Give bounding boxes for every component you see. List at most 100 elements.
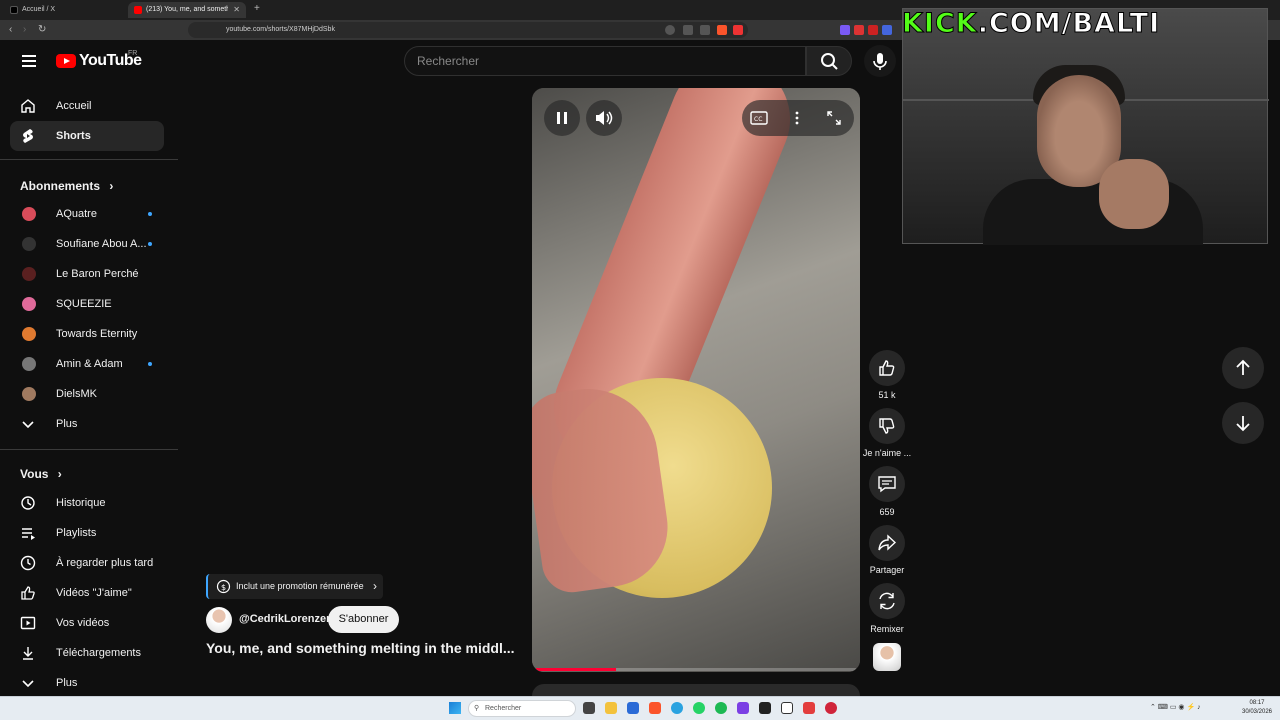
reload-icon[interactable]: ↻ [38,23,46,37]
tab-accueil-x[interactable]: Accueil / X [4,2,124,18]
paid-promotion-badge[interactable]: $ Inclut une promotion rémunérée › [206,574,383,599]
sidebar-item-label: Accueil [56,100,92,112]
rewards-icon[interactable] [733,25,743,35]
sidebar-item-playlists[interactable]: Playlists [10,518,164,548]
forward-icon[interactable]: › [23,23,26,37]
channel-avatar [22,297,36,311]
channel-avatar[interactable] [206,607,232,633]
extension-icon[interactable] [840,25,850,35]
closed-captions-icon[interactable]: CC [750,110,768,126]
next-short-button[interactable] [1222,402,1264,444]
zoom-icon[interactable] [665,25,675,35]
sidebar-item-channel[interactable]: DielsMK [10,379,164,409]
clock-icon [20,555,36,571]
sidebar-item-label: À regarder plus tard [56,557,154,569]
kick-url-text: .COM/BALTI [977,8,1161,40]
cast-icon[interactable] [683,25,693,35]
sidebar-item-label: Soufiane Abou A... [56,238,147,250]
sidebar-item-channel[interactable]: Amin & Adam [10,349,164,379]
app-icon[interactable] [759,702,771,714]
search-icon [821,53,838,70]
notion-icon[interactable] [781,702,793,714]
extension-icon[interactable] [882,25,892,35]
back-icon[interactable]: ‹ [9,23,12,37]
sidebar-item-watch-later[interactable]: À regarder plus tard [10,548,164,578]
like-button[interactable] [869,350,905,386]
microphone-icon [873,53,887,70]
sidebar-item-label: Plus [56,677,78,689]
sidebar-item-channel[interactable]: Towards Eternity [10,319,164,349]
chevron-right-icon: › [57,467,62,481]
more-options-icon[interactable] [791,110,803,126]
tab-youtube-short[interactable]: (213) You, me, and something ✕ [128,2,246,18]
fullscreen-icon[interactable] [826,110,842,126]
file-explorer-icon[interactable] [605,702,617,714]
subscribe-button[interactable]: S'abonner [328,606,399,633]
chevron-down-icon [22,421,34,429]
sidebar-item-label: Towards Eternity [56,328,138,340]
sidebar-item-more-subscriptions[interactable]: Plus [10,409,164,439]
video-icon [20,616,36,630]
sound-avatar[interactable] [873,643,901,671]
download-icon [23,647,33,660]
webcam-person-body [983,179,1203,245]
app-icon[interactable] [803,702,815,714]
pause-button[interactable] [544,100,580,136]
shorts-video-player[interactable]: CC [532,88,860,672]
taskbar-search-label: Rechercher [485,705,522,712]
sidebar-item-channel[interactable]: SQUEEZIE [10,289,164,319]
you-heading[interactable]: Vous › [20,467,62,481]
taskbar-clock[interactable]: 08:17 30/03/2026 [1240,699,1274,717]
thumbs-up-icon [21,586,35,600]
url-field[interactable]: youtube.com/shorts/X87MHjDdSbk [188,22,748,38]
kick-logo-text: KICK [902,8,978,40]
search-input[interactable]: Rechercher [404,46,806,76]
sidebar-item-channel[interactable]: Le Baron Perché [10,259,164,289]
close-tab-icon[interactable]: ✕ [233,2,240,18]
brave-shield-icon[interactable] [717,25,727,35]
subscriptions-heading[interactable]: Abonnements › [20,179,113,193]
sidebar-item-more-you[interactable]: Plus [10,668,164,698]
video-title[interactable]: You, me, and something melting in the mi… [206,640,515,656]
system-tray-icons[interactable]: ⌃ ⌨ ▭ ◉ ⚡ ♪ [1150,703,1201,711]
youtube-logo-icon[interactable] [56,54,76,68]
sidebar-item-channel[interactable]: Soufiane Abou A... [10,229,164,259]
calendar-app-icon[interactable] [627,702,639,714]
arrow-down-icon [1236,416,1250,432]
share-icon[interactable] [700,25,710,35]
sidebar-item-history[interactable]: Historique [10,488,164,518]
telegram-icon[interactable] [671,702,683,714]
share-button[interactable] [869,525,905,561]
sidebar-item-liked-videos[interactable]: Vidéos "J'aime" [10,578,164,608]
search-button[interactable] [806,46,852,76]
task-view-icon[interactable] [583,702,595,714]
extension-icon[interactable] [868,25,878,35]
previous-short-button[interactable] [1222,347,1264,389]
dislike-button[interactable] [869,408,905,444]
sidebar-item-shorts[interactable]: Shorts [10,121,164,151]
channel-avatar [22,207,36,221]
new-content-dot [148,212,152,216]
sidebar-item-label: Vidéos "J'aime" [56,587,132,599]
spotify-icon[interactable] [715,702,727,714]
app-icon[interactable] [737,702,749,714]
extension-icon[interactable] [854,25,864,35]
windows-start-icon[interactable] [449,702,461,714]
comments-button[interactable] [869,466,905,502]
sidebar-item-accueil[interactable]: Accueil [10,91,164,121]
app-icon[interactable] [825,702,837,714]
sidebar-item-downloads[interactable]: Téléchargements [10,638,164,668]
new-tab-button[interactable]: + [254,3,260,14]
channel-name[interactable]: @CedrikLorenzen [239,613,333,625]
sidebar-item-label: Playlists [56,527,97,539]
whatsapp-icon[interactable] [693,702,705,714]
sidebar-item-channel[interactable]: AQuatre [10,199,164,229]
voice-search-button[interactable] [864,45,896,77]
taskbar-search-input[interactable]: ⚲ Rechercher [468,700,576,717]
remix-button[interactable] [869,583,905,619]
next-short-preview[interactable] [532,684,860,696]
menu-icon[interactable] [22,55,36,67]
brave-browser-icon[interactable] [649,702,661,714]
volume-button[interactable] [586,100,622,136]
sidebar-item-your-videos[interactable]: Vos vidéos [10,608,164,638]
